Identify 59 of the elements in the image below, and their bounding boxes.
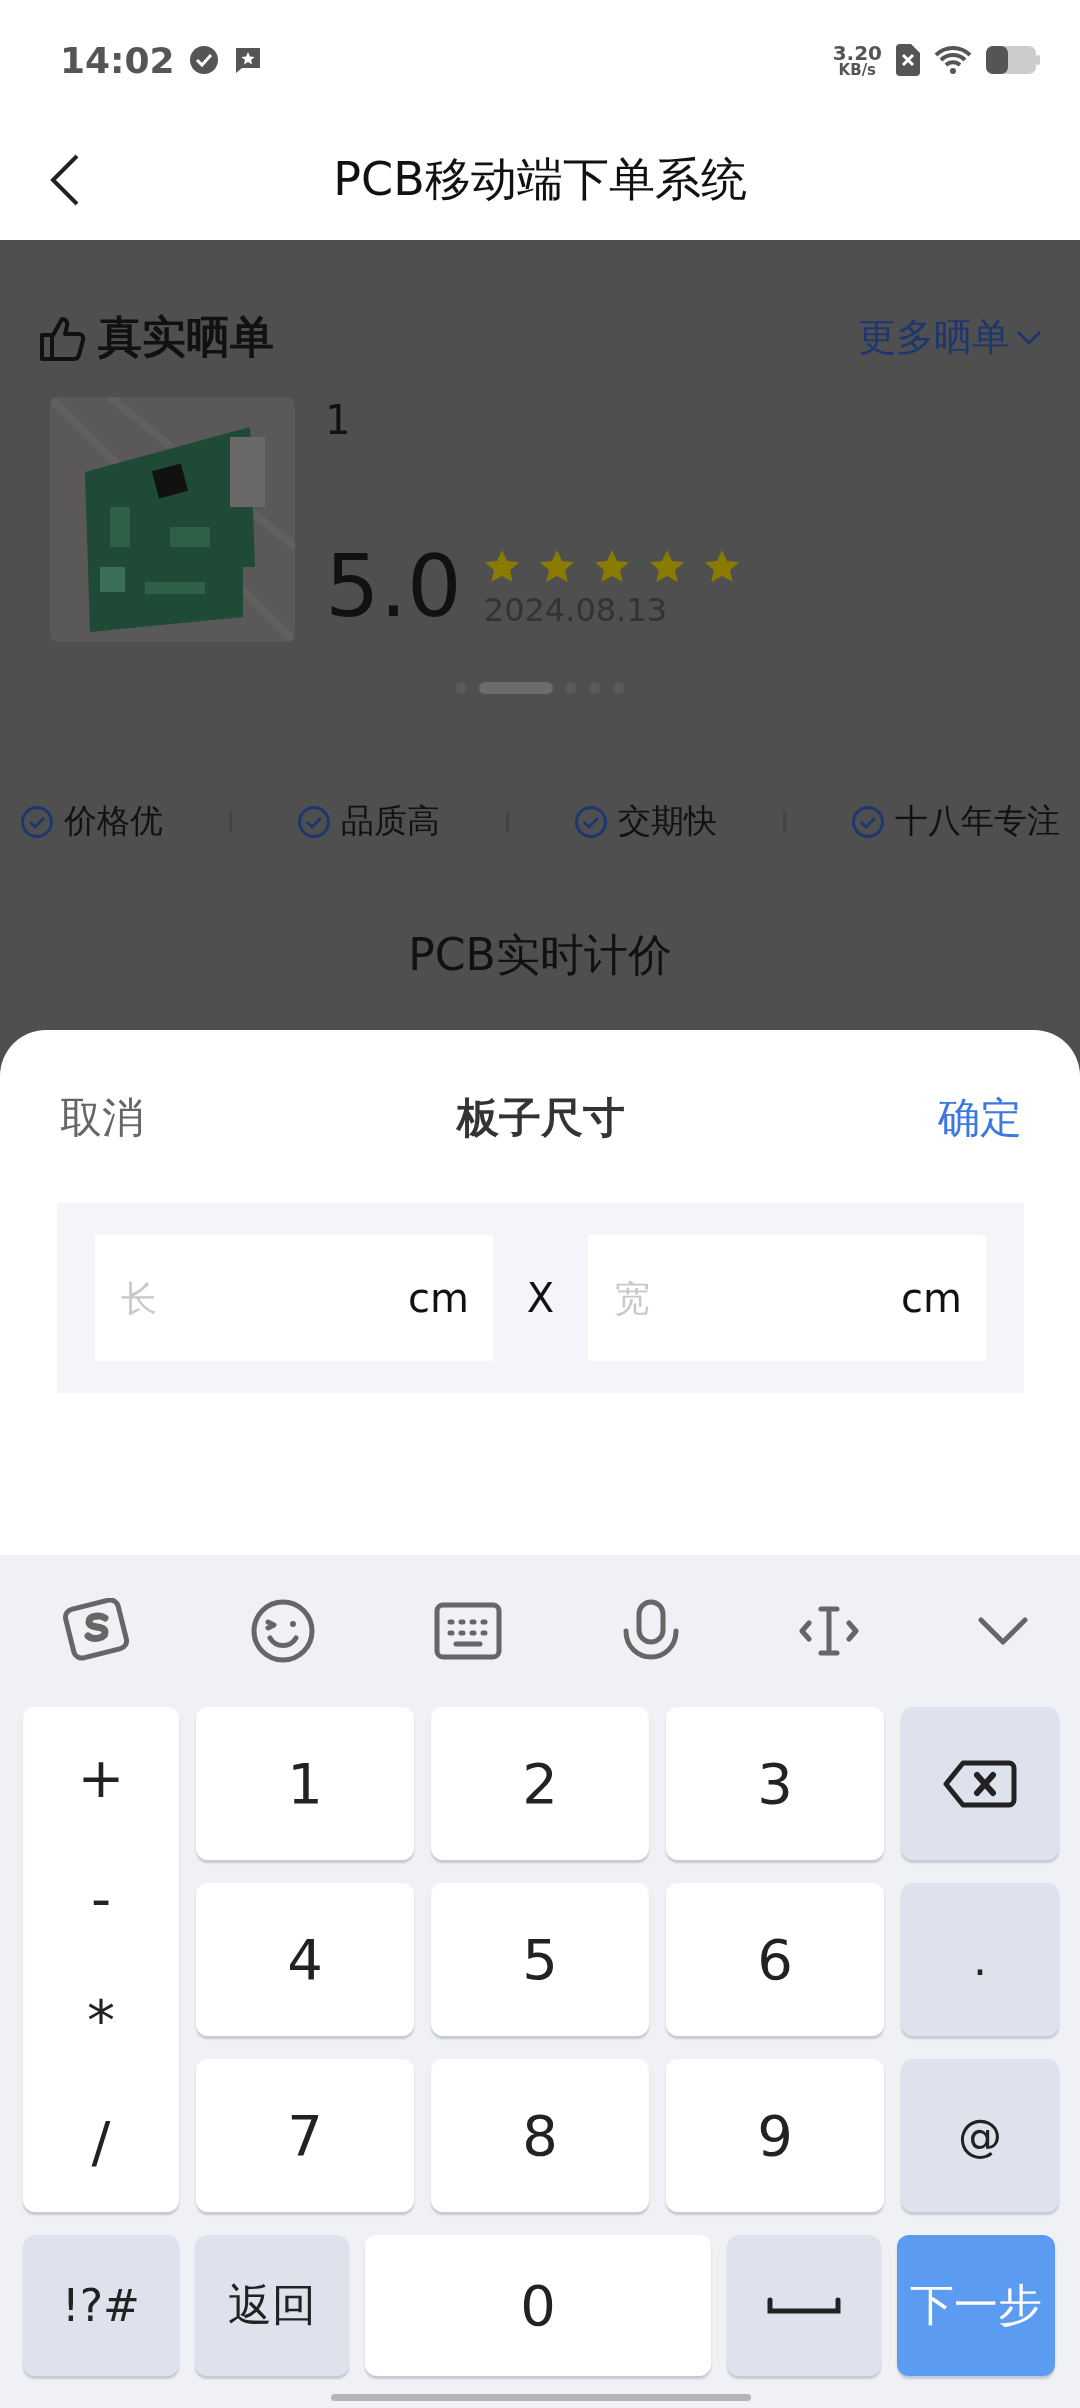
unit-label: cm bbox=[901, 1275, 962, 1321]
symbol-key[interactable]: 返回 bbox=[195, 2235, 349, 2376]
backspace-icon bbox=[943, 1758, 1017, 1809]
rating-score: 5.0 bbox=[325, 543, 462, 629]
check-circle-icon bbox=[574, 804, 608, 839]
space-bar-icon bbox=[767, 2295, 841, 2316]
wifi-icon bbox=[934, 45, 972, 75]
star-icon bbox=[593, 549, 630, 583]
digit-key[interactable]: 4 bbox=[196, 1883, 414, 2036]
symbol-key[interactable]: @ bbox=[901, 2059, 1059, 2212]
cursor-icon[interactable] bbox=[799, 1605, 860, 1657]
digit-key[interactable]: 2 bbox=[431, 1707, 649, 1860]
symbol-key[interactable]: + bbox=[47, 1745, 155, 1811]
keyboard-icon[interactable] bbox=[434, 1602, 503, 1660]
feature-label: 价格优 bbox=[64, 800, 163, 842]
star-icon bbox=[538, 549, 575, 583]
check-circle-icon bbox=[297, 804, 331, 839]
symbol-key[interactable]: - bbox=[60, 1866, 142, 1932]
digit-key[interactable]: 3 bbox=[666, 1707, 884, 1860]
check-circle-icon bbox=[20, 804, 54, 839]
battery-icon bbox=[986, 46, 1040, 74]
digit-key[interactable]: 7 bbox=[196, 2059, 414, 2212]
digit-key[interactable]: 0 bbox=[365, 2235, 711, 2376]
feature-label: 交期快 bbox=[618, 800, 717, 842]
symbol-key[interactable]: * bbox=[57, 1987, 145, 2053]
digit-key[interactable]: 9 bbox=[666, 2059, 884, 2212]
confirm-button[interactable]: 确定 bbox=[938, 1090, 1022, 1146]
chevron-down-icon bbox=[1016, 329, 1042, 346]
sim-off-icon bbox=[896, 44, 920, 76]
page-title: PCB移动端下单系统 bbox=[333, 151, 747, 208]
status-time: 14:02 bbox=[60, 39, 175, 81]
network-speed-unit: KB/s bbox=[838, 62, 877, 78]
chevron-down-icon[interactable] bbox=[977, 1616, 1028, 1646]
network-speed: 3.20 bbox=[832, 42, 882, 63]
feature-label: 十八年专注 bbox=[895, 800, 1060, 842]
symbol-key[interactable]: . bbox=[901, 1883, 1059, 2036]
check-circle-icon bbox=[851, 804, 885, 839]
digit-key[interactable]: 1 bbox=[196, 1707, 414, 1860]
space-key[interactable] bbox=[727, 2235, 881, 2376]
logo-icon[interactable] bbox=[61, 1598, 131, 1664]
star-icon bbox=[703, 549, 740, 583]
section-heading: 真实晒单 bbox=[98, 310, 274, 364]
symbol-key[interactable]: / bbox=[61, 2108, 141, 2174]
digit-key[interactable]: 8 bbox=[431, 2059, 649, 2212]
sheet-title: 板子尺寸 bbox=[457, 1092, 625, 1144]
digit-key[interactable]: 5 bbox=[431, 1883, 649, 2036]
times-sign: X bbox=[525, 1275, 556, 1321]
star-icon bbox=[483, 549, 520, 583]
check-circle-icon bbox=[188, 45, 219, 75]
review-text: 1 bbox=[325, 397, 352, 443]
symbol-key[interactable]: !?# bbox=[23, 2235, 179, 2376]
feature-label: 品质高 bbox=[341, 800, 440, 842]
unit-label: cm bbox=[408, 1275, 469, 1321]
backspace-key[interactable] bbox=[901, 1707, 1059, 1860]
digit-key[interactable]: 6 bbox=[666, 1883, 884, 2036]
cancel-button[interactable]: 取消 bbox=[60, 1090, 144, 1146]
section-heading: PCB实时计价 bbox=[408, 928, 672, 982]
star-icon bbox=[648, 549, 685, 583]
smiley-icon[interactable] bbox=[249, 1598, 316, 1664]
